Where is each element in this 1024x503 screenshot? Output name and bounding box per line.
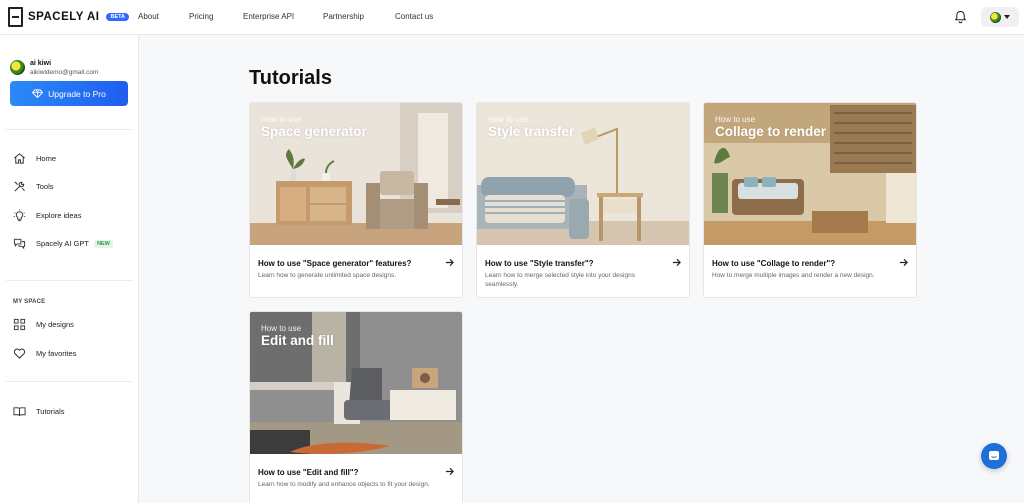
card-overlay-title: Collage to render [715,124,827,139]
sidebar-item-designs[interactable]: My designs [13,318,74,331]
sidebar-item-label: Explore ideas [36,211,82,220]
tutorial-card-style-transfer[interactable]: How to use Style transfer How to use "St… [476,102,690,298]
nav-pricing[interactable]: Pricing [189,12,213,21]
brand-name: SPACELY AI [28,11,100,23]
diamond-icon [32,89,44,98]
arrow-right-icon[interactable] [445,258,454,267]
heart-icon [13,348,26,359]
card-description: How to merge multiple images and render … [712,272,875,279]
card-title: How to use "Space generator" features? [258,259,412,268]
logo[interactable]: SPACELY AI BETA [8,7,130,27]
chat-bubbles-icon [13,238,26,250]
card-pre-label: How to use [715,115,756,124]
card-pre-label: How to use [261,324,302,333]
chevron-down-icon [1004,15,1010,19]
card-pre-label: How to use [261,115,302,124]
nav-about[interactable]: About [138,12,159,21]
sidebar: ai kiwi aikiwidemo@gmail.com Upgrade to … [0,35,139,503]
user-profile: ai kiwi aikiwidemo@gmail.com [10,59,98,77]
sidebar-item-explore[interactable]: Explore ideas [13,209,81,222]
card-thumbnail: How to use Style transfer [477,103,689,245]
nav-enterprise-api[interactable]: Enterprise API [243,12,294,21]
card-description: Learn how to generate unlimited space de… [258,272,397,279]
sidebar-item-tutorials[interactable]: Tutorials [13,405,64,418]
user-avatar [10,60,25,75]
card-title: How to use "Style transfer"? [485,259,594,268]
sidebar-item-gpt[interactable]: Spacely AI GPT NEW [13,237,113,250]
card-pre-label: How to use [488,115,529,124]
nav-partnership[interactable]: Partnership [323,12,364,21]
account-menu-button[interactable] [981,7,1019,27]
page-title: Tutorials [249,67,332,89]
card-overlay-title: Edit and fill [261,333,334,348]
nav-contact[interactable]: Contact us [395,12,433,21]
card-description: Learn how to modify and enhance objects … [258,481,430,488]
sidebar-item-label: Spacely AI GPT [36,239,89,248]
arrow-right-icon[interactable] [899,258,908,267]
card-thumbnail: How to use Edit and fill [250,312,462,454]
card-thumbnail: How to use Space generator [250,103,462,245]
upgrade-label: Upgrade to Pro [48,88,106,99]
upgrade-button[interactable]: Upgrade to Pro [10,81,128,106]
card-title: How to use "Edit and fill"? [258,468,359,477]
sidebar-item-label: Tutorials [36,407,65,416]
bell-icon[interactable] [954,10,967,24]
card-overlay-title: Style transfer [488,124,575,139]
tutorial-card-edit-and-fill[interactable]: How to use Edit and fill How to use "Edi… [249,311,463,503]
sidebar-item-label: Tools [36,182,54,191]
arrow-right-icon[interactable] [445,467,454,476]
tutorial-card-space-generator[interactable]: How to use Space generator How to use "S… [249,102,463,298]
avatar [990,11,1001,23]
grid-icon [13,318,26,331]
divider [6,280,133,281]
home-icon [14,153,25,164]
card-description: Learn how to merge selected style into y… [485,272,635,288]
arrow-right-icon[interactable] [672,258,681,267]
tutorial-card-collage-to-render[interactable]: How to use Collage to render How to use … [703,102,917,298]
user-email: aikiwidemo@gmail.com [30,69,99,76]
tools-icon [14,181,25,192]
card-title: How to use "Collage to render"? [712,259,836,268]
book-icon [13,407,26,417]
beta-badge: BETA [106,13,130,21]
sidebar-item-tools[interactable]: Tools [13,180,54,193]
support-chat-button[interactable] [981,443,1007,469]
sidebar-item-label: Home [36,154,57,163]
user-name: ai kiwi [30,60,52,67]
card-overlay-title: Space generator [261,124,367,139]
sidebar-item-home[interactable]: Home [13,152,56,165]
top-navbar: SPACELY AI BETA About Pricing Enterprise… [0,0,1024,35]
chat-icon [989,451,999,460]
sidebar-item-label: My favorites [36,349,77,358]
sidebar-item-label: My designs [36,320,74,329]
logo-mark-icon [8,7,23,27]
lightbulb-icon [13,209,26,222]
card-thumbnail: How to use Collage to render [704,103,916,245]
divider [6,129,133,130]
divider [6,381,133,382]
sidebar-item-favorites[interactable]: My favorites [13,347,76,360]
new-badge: NEW [93,239,113,248]
my-space-heading: MY SPACE [13,299,46,305]
